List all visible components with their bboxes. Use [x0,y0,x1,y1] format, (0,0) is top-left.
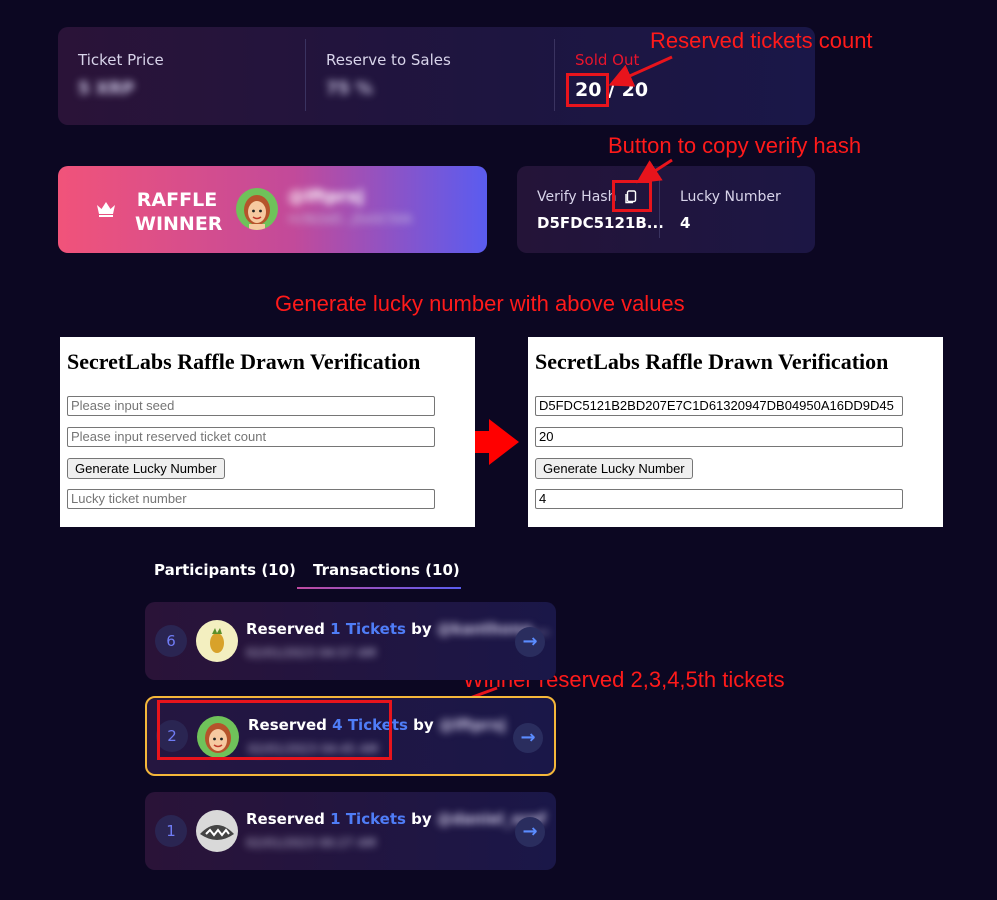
transaction-number: 1 [155,815,187,847]
ticket-count-input[interactable]: 20 [535,427,903,447]
transaction-text: Reserved 1 Tickets by @kanthong... [246,620,549,638]
arrow-right-icon[interactable]: → [515,817,545,847]
tx-tickets-link[interactable]: 1 Tickets [330,620,406,638]
active-tab-underline [297,587,461,589]
seed-input[interactable]: Please input seed [67,396,435,416]
generate-lucky-number-button[interactable]: Generate Lucky Number [535,458,693,479]
verification-panel-filled: SecretLabs Raffle Drawn Verification D5F… [528,337,943,527]
lucky-ticket-output[interactable]: 4 [535,489,903,509]
transaction-row[interactable]: 6 Reserved 1 Tickets by @kanthong... 02/… [145,602,556,680]
tx-prefix: Reserved [246,620,325,638]
tx-prefix: Reserved [246,810,325,828]
tab-transactions[interactable]: Transactions (10) [313,561,460,579]
transaction-text: Reserved 1 Tickets by @daniel_oraf [246,810,546,828]
generate-lucky-number-button[interactable]: Generate Lucky Number [67,458,225,479]
transaction-row[interactable]: 1 Reserved 1 Tickets by @daniel_oraf 02/… [145,792,556,870]
verification-panel-empty: SecretLabs Raffle Drawn Verification Ple… [60,337,475,527]
winner-tx-highlight [157,700,392,760]
tx-date: 02/01/2023 04:57 AM [246,646,376,660]
verification-title: SecretLabs Raffle Drawn Verification [535,349,889,374]
tx-by: by [413,716,434,734]
arrow-to-copy-button [635,158,673,184]
lucky-ticket-output[interactable]: Lucky ticket number [67,489,435,509]
transaction-number: 6 [155,625,187,657]
arrow-right-icon[interactable]: → [513,723,543,753]
tab-participants[interactable]: Participants (10) [154,561,296,579]
tx-user: @lftprxj [438,716,506,734]
tx-by: by [411,810,432,828]
user-avatar [196,620,238,662]
user-avatar [196,810,238,852]
tx-tickets-link[interactable]: 1 Tickets [330,810,406,828]
seed-input[interactable]: D5FDC5121B2BD207E7C1D61320947DB04950A16D… [535,396,903,416]
verification-title: SecretLabs Raffle Drawn Verification [67,349,421,374]
tx-date: 02/01/2023 00:27 AM [246,836,376,850]
arrow-right-icon[interactable]: → [515,627,545,657]
arrow-to-reserved-count [608,55,673,87]
ticket-count-input[interactable]: Please input reserved ticket count [67,427,435,447]
tx-by: by [411,620,432,638]
